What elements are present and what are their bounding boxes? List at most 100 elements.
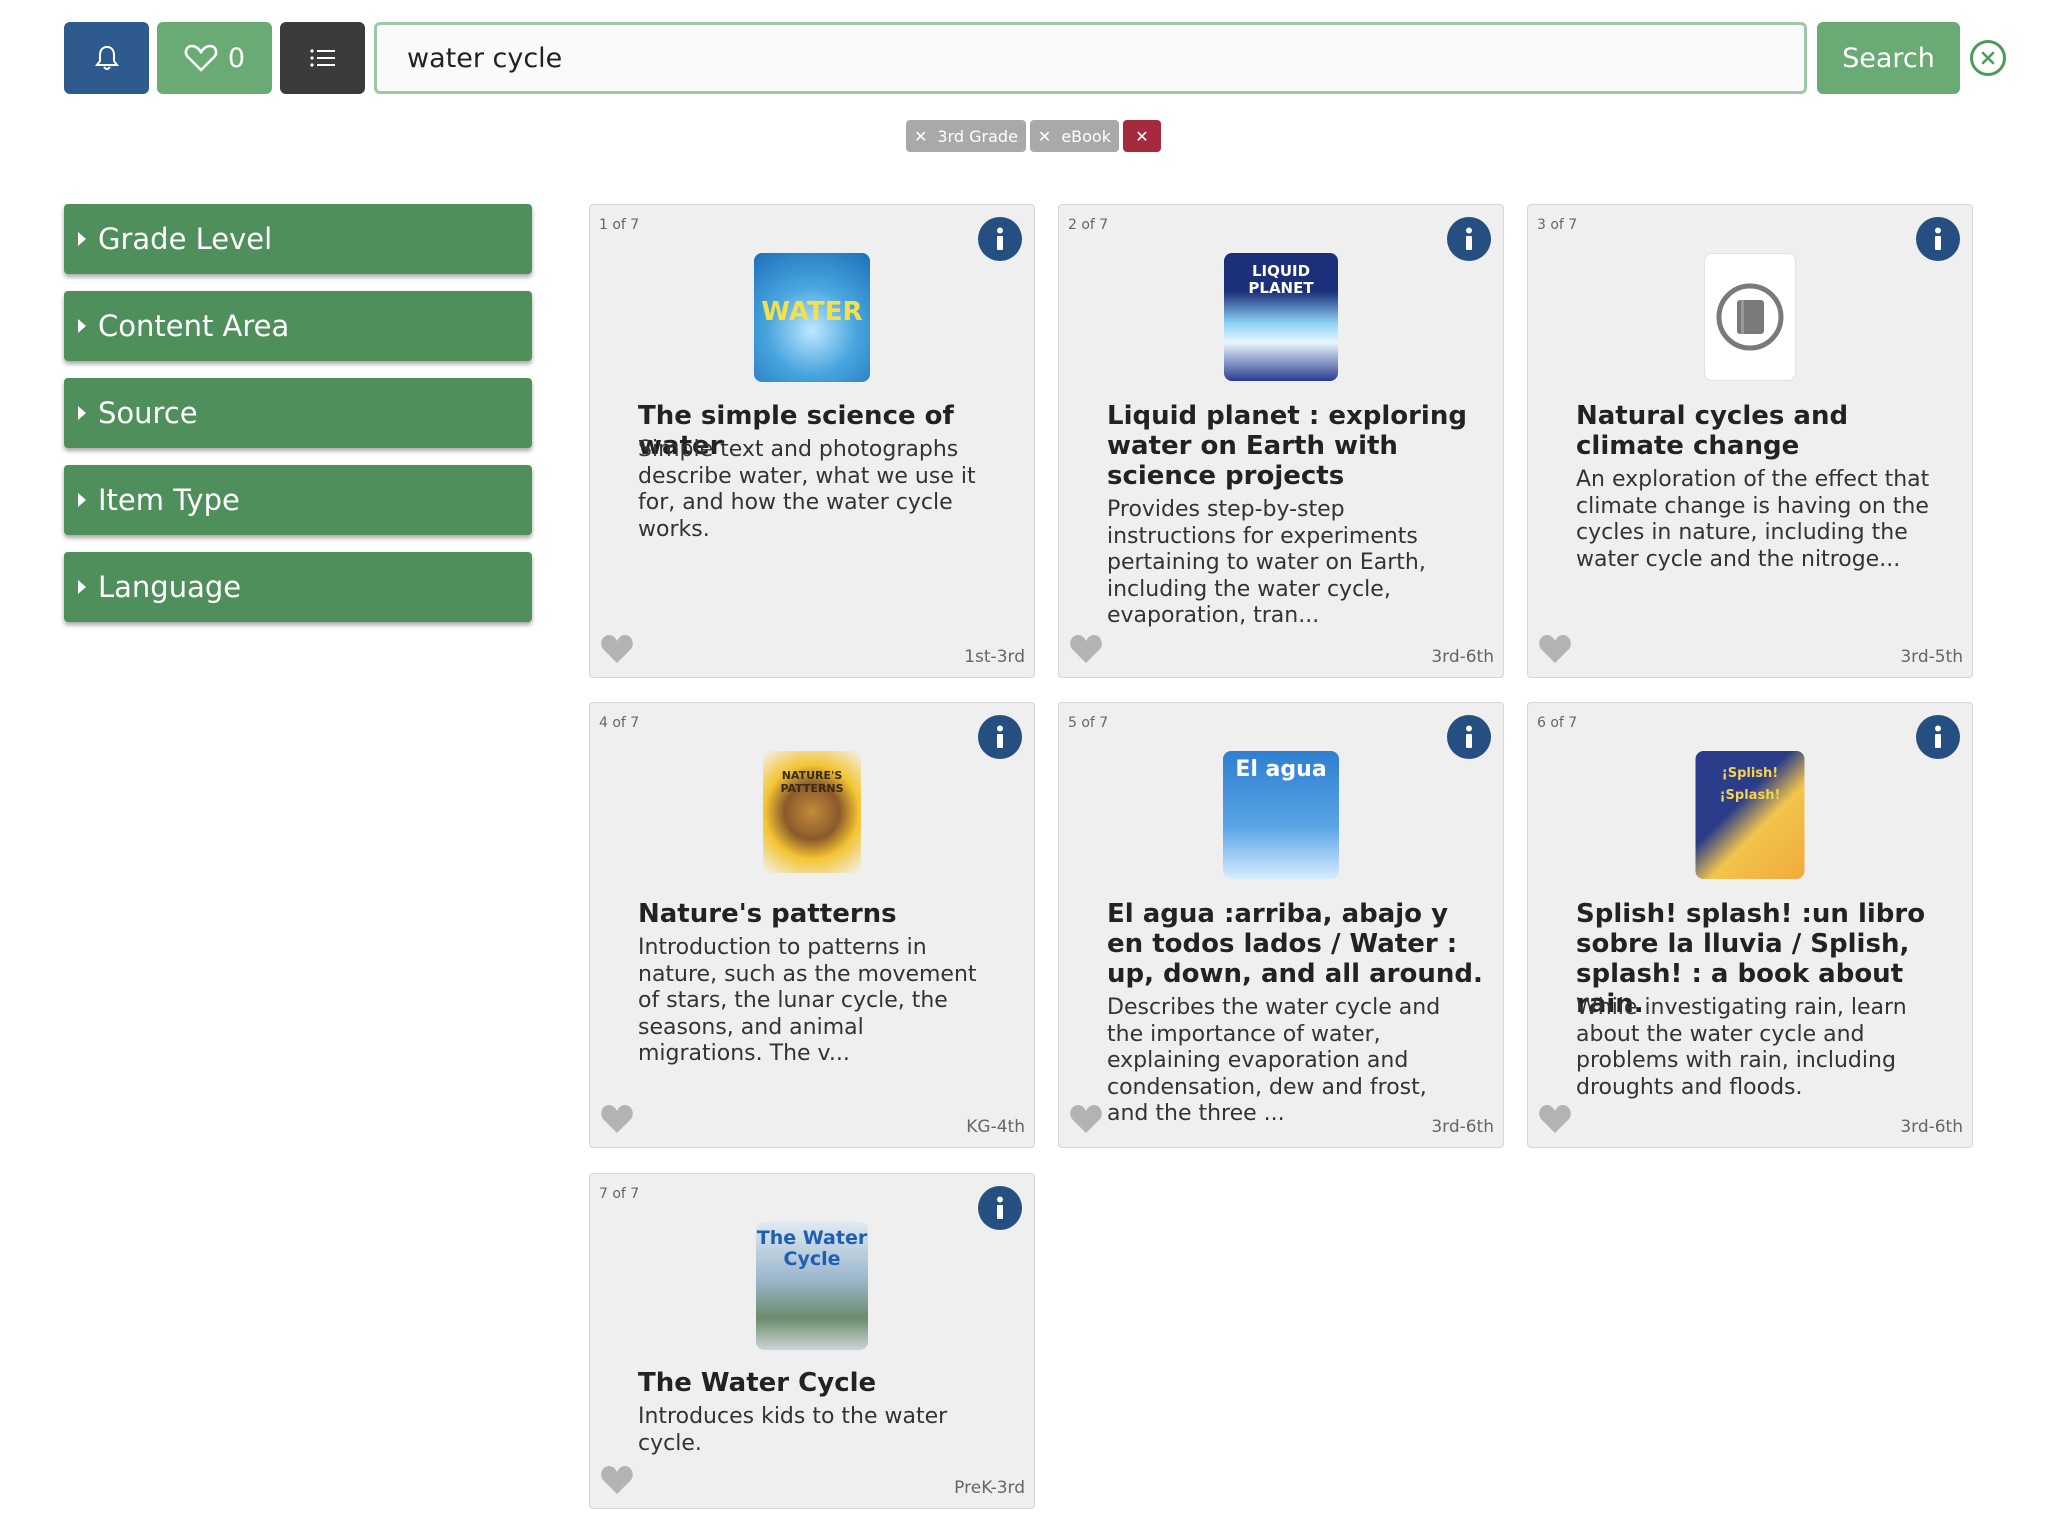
book-cover[interactable]: WATER [754,253,870,382]
result-description: Introduction to patterns in nature, such… [638,935,977,1066]
cover-title-text: ¡Splish! ¡Splash! [1719,766,1781,803]
result-description: Describes the water cycle and the import… [1107,995,1441,1126]
heart-filled-icon[interactable] [1538,633,1572,665]
result-index: 5 of 7 [1068,715,1109,731]
result-description: Provides step-by-step instructions for e… [1107,497,1426,628]
result-index: 1 of 7 [599,217,640,233]
filter-chip-item-type[interactable]: ✕ eBook [1029,120,1119,152]
facet-label: Item Type [98,483,240,517]
book-cover[interactable]: NATURE'S PATTERNS [763,751,861,873]
heart-icon [184,44,218,72]
active-filters: ✕ 3rd Grade ✕ eBook ✕ [906,120,1161,152]
info-icon [1466,725,1472,748]
result-index: 7 of 7 [599,1186,640,1202]
info-button[interactable] [1916,217,1960,261]
caret-right-icon [78,319,86,333]
search-input[interactable] [374,22,1807,94]
bell-icon [94,45,119,70]
book-cover[interactable]: The Water Cycle [756,1222,868,1350]
info-button[interactable] [1916,715,1960,759]
result-title[interactable]: Liquid planet : exploring water on Earth… [1107,401,1487,491]
facet-label: Content Area [98,309,290,343]
heart-filled-icon[interactable] [600,633,634,665]
result-title[interactable]: El agua :arriba, abajo y en todos lados … [1107,899,1487,989]
heart-filled-icon[interactable] [600,1464,634,1496]
result-card[interactable]: 3 of 7 Natural cycles and climate change… [1527,204,1973,678]
search-button[interactable]: Search [1817,22,1960,94]
caret-right-icon [78,406,86,420]
favorites-count: 0 [227,42,246,74]
info-button[interactable] [978,217,1022,261]
info-icon [1935,725,1941,748]
result-card[interactable]: 4 of 7 NATURE'S PATTERNS Nature's patter… [589,702,1035,1148]
heart-filled-icon[interactable] [600,1103,634,1135]
remove-filter-icon: ✕ [914,126,928,146]
info-icon [1935,227,1941,250]
book-cover[interactable]: ¡Splish! ¡Splash! [1695,751,1805,879]
caret-right-icon [78,493,86,507]
facet-source[interactable]: Source [64,378,532,448]
cover-title-text: El agua [1235,757,1327,782]
grade-range: 3rd-5th [1900,647,1963,667]
book-cover[interactable]: El agua [1223,751,1339,879]
result-card[interactable]: 7 of 7 The Water Cycle The Water Cycle I… [589,1173,1035,1509]
filter-chip-label: eBook [1061,126,1111,146]
grade-range: KG-4th [966,1117,1025,1137]
grade-range: 3rd-6th [1900,1117,1963,1137]
heart-filled-icon[interactable] [1069,1103,1103,1135]
caret-right-icon [78,580,86,594]
grade-range: 3rd-6th [1431,647,1494,667]
facet-label: Grade Level [98,222,273,256]
close-circle-icon [1981,51,1995,65]
result-description: An exploration of the effect that climat… [1576,467,1930,572]
top-toolbar: 0 Search [64,22,2024,94]
info-button[interactable] [978,1186,1022,1230]
favorites-button[interactable]: 0 [157,22,272,94]
info-button[interactable] [1447,715,1491,759]
heart-filled-icon[interactable] [1069,633,1103,665]
result-card[interactable]: 1 of 7 WATER The simple science of water… [589,204,1035,678]
result-card[interactable]: 2 of 7 LIQUID PLANET Liquid planet : exp… [1058,204,1504,678]
filter-chip-label: 3rd Grade [937,126,1018,146]
result-description: Introduces kids to the water cycle. [638,1404,948,1456]
facet-sidebar: Grade Level Content Area Source Item Typ… [64,204,532,639]
result-description: While investigating rain, learn about th… [1576,995,1907,1100]
result-title[interactable]: Nature's patterns [638,899,1018,929]
result-card[interactable]: 5 of 7 El agua El agua :arriba, abajo y … [1058,702,1504,1148]
facet-label: Language [98,570,242,604]
clear-all-filters-button[interactable]: ✕ [1122,120,1161,152]
result-title[interactable]: The Water Cycle [638,1368,1018,1398]
info-icon [997,1196,1003,1219]
book-cover[interactable]: LIQUID PLANET [1224,253,1338,381]
result-card[interactable]: 6 of 7 ¡Splish! ¡Splash! Splish! splash!… [1527,702,1973,1148]
heart-filled-icon[interactable] [1538,1103,1572,1135]
notifications-button[interactable] [64,22,149,94]
result-description: Simple text and photographs describe wat… [638,437,976,542]
result-index: 6 of 7 [1537,715,1578,731]
cover-title-text: WATER [761,297,863,327]
book-cover[interactable] [1704,253,1796,381]
list-view-button[interactable] [280,22,365,94]
facet-grade-level[interactable]: Grade Level [64,204,532,274]
search-button-label: Search [1842,42,1935,74]
facet-item-type[interactable]: Item Type [64,465,532,535]
clear-search-button[interactable] [1970,40,2006,76]
caret-right-icon [78,232,86,246]
info-button[interactable] [1447,217,1491,261]
facet-language[interactable]: Language [64,552,532,622]
result-title[interactable]: Natural cycles and climate change [1576,401,1956,461]
facet-content-area[interactable]: Content Area [64,291,532,361]
list-icon [309,49,335,67]
info-button[interactable] [978,715,1022,759]
info-icon [1466,227,1472,250]
info-icon [997,725,1003,748]
close-icon: ✕ [1135,126,1149,146]
grade-range: 1st-3rd [964,647,1025,667]
cover-title-text: The Water Cycle [756,1227,868,1270]
filter-chip-grade[interactable]: ✕ 3rd Grade [906,120,1026,152]
result-index: 4 of 7 [599,715,640,731]
grade-range: PreK-3rd [954,1478,1025,1498]
book-placeholder-icon [1716,283,1784,351]
grade-range: 3rd-6th [1431,1117,1494,1137]
cover-title-text: LIQUID PLANET [1248,262,1314,297]
